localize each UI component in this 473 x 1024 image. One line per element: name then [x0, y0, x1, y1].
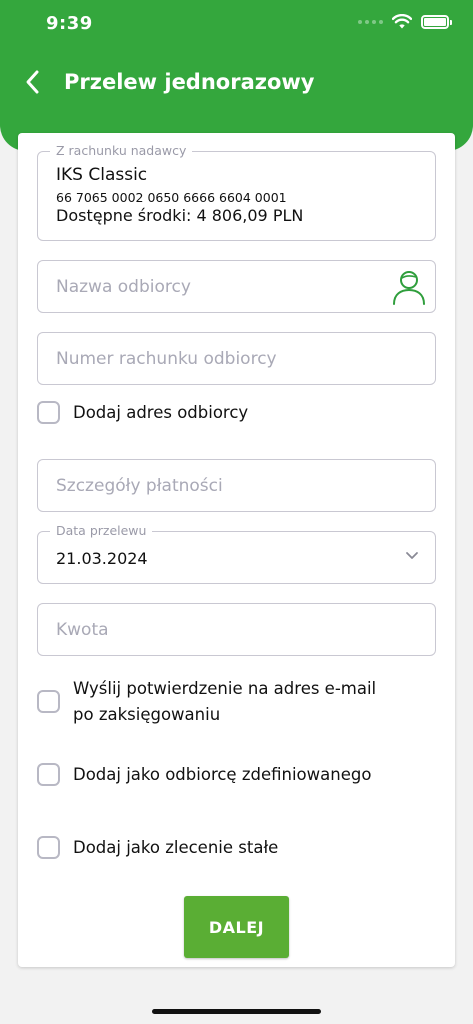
recipient-account-input[interactable]: Numer rachunku odbiorcy: [37, 332, 436, 385]
sender-account-field[interactable]: Z rachunku nadawcy IKS Classic 66 7065 0…: [37, 143, 436, 241]
add-address-checkbox-row[interactable]: Dodaj adres odbiorcy: [37, 400, 436, 426]
send-confirmation-label: Wyślij potwierdzenie na adres e-mail po …: [73, 676, 436, 728]
signal-dots-icon: [358, 19, 383, 24]
app-header: 9:39 Przelew jednorazowy: [0, 0, 473, 151]
sender-account-number: 66 7065 0002 0650 6666 6604 0001: [56, 190, 287, 205]
add-standing-order-label: Dodaj jako zlecenie stałe: [73, 838, 279, 857]
chevron-left-icon[interactable]: [20, 68, 48, 96]
recipient-account-placeholder: Numer rachunku odbiorcy: [56, 348, 277, 369]
status-icons: [358, 14, 452, 29]
send-confirmation-checkbox[interactable]: [37, 690, 60, 713]
recipient-name-input[interactable]: Nazwa odbiorcy: [37, 260, 436, 313]
add-standing-order-checkbox[interactable]: [37, 836, 60, 859]
chevron-down-icon[interactable]: [405, 551, 419, 561]
send-confirmation-checkbox-row[interactable]: Wyślij potwierdzenie na adres e-mail po …: [37, 676, 436, 728]
payment-details-input[interactable]: Szczegóły płatności: [37, 459, 436, 512]
home-indicator: [152, 1009, 321, 1014]
sender-account-name: IKS Classic: [56, 165, 148, 185]
battery-icon: [421, 14, 452, 29]
sender-account-balance: Dostępne środki: 4 806,09 PLN: [56, 206, 304, 225]
next-button[interactable]: DALEJ: [184, 896, 289, 958]
add-address-checkbox[interactable]: [37, 401, 60, 424]
sender-account-legend: Z rachunku nadawcy: [50, 143, 193, 158]
wifi-icon: [392, 14, 412, 29]
amount-input[interactable]: Kwota: [37, 603, 436, 656]
add-address-label: Dodaj adres odbiorcy: [73, 403, 249, 422]
send-confirmation-label-line2: po zaksięgowaniu: [73, 705, 221, 724]
person-icon[interactable]: [391, 268, 427, 306]
add-defined-recipient-checkbox-row[interactable]: Dodaj jako odbiorcę zdefiniowanego: [37, 762, 436, 788]
amount-placeholder: Kwota: [56, 619, 109, 640]
transfer-form-card: Z rachunku nadawcy IKS Classic 66 7065 0…: [18, 133, 455, 967]
payment-details-placeholder: Szczegóły płatności: [56, 475, 223, 496]
recipient-name-placeholder: Nazwa odbiorcy: [56, 276, 191, 297]
transfer-date-select[interactable]: Data przelewu 21.03.2024: [37, 523, 436, 584]
status-time: 9:39: [46, 13, 93, 34]
transfer-date-value: 21.03.2024: [56, 549, 148, 568]
send-confirmation-label-line1: Wyślij potwierdzenie na adres e-mail: [73, 679, 377, 698]
add-defined-recipient-checkbox[interactable]: [37, 763, 60, 786]
add-defined-recipient-label: Dodaj jako odbiorcę zdefiniowanego: [73, 765, 372, 784]
transfer-date-legend: Data przelewu: [50, 523, 153, 538]
page-title: Przelew jednorazowy: [64, 70, 315, 94]
add-standing-order-checkbox-row[interactable]: Dodaj jako zlecenie stałe: [37, 835, 436, 861]
